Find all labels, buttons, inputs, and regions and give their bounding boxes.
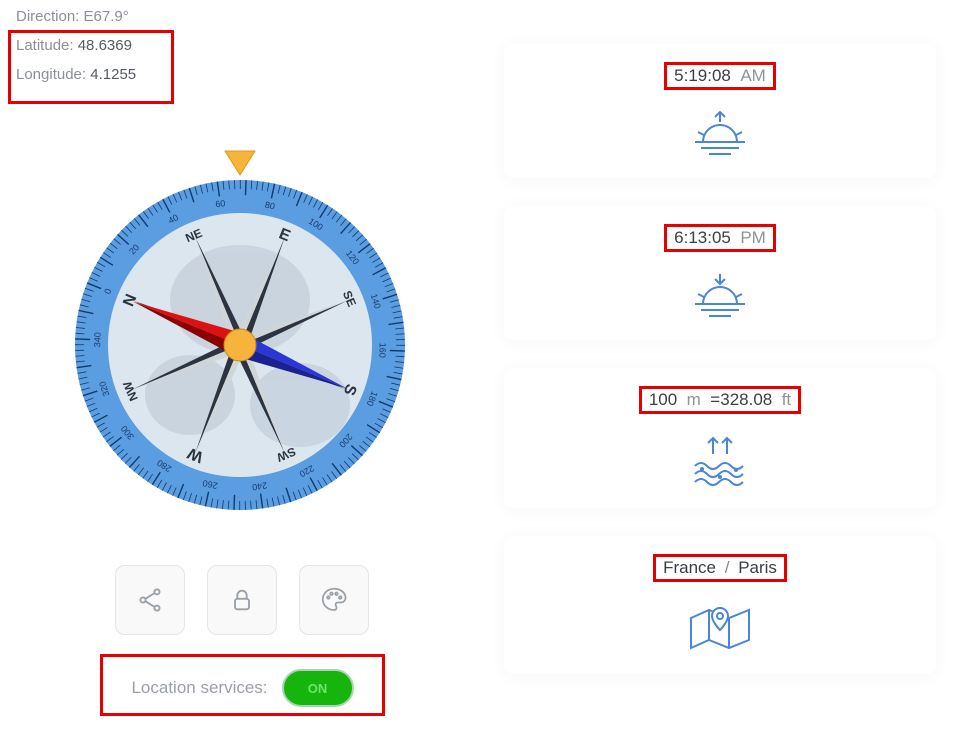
share-button[interactable] [115,565,185,635]
location-highlight-box [100,654,385,716]
altitude-m-unit: m [687,390,701,409]
location-city: Paris [738,558,777,577]
location-card: France / Paris [504,536,936,674]
share-icon [136,586,164,614]
svg-text:340: 340 [92,332,103,347]
svg-text:160: 160 [377,343,388,358]
compass[interactable]: 0204060801001201401601802002202402602803… [70,145,410,545]
lock-icon [228,586,256,614]
lock-button[interactable] [207,565,277,635]
altitude-ft-value: 328.08 [720,390,772,409]
sunrise-card: 5:19:08 AM [504,44,936,178]
coords-highlight-box [8,30,174,104]
sunset-icon [689,270,751,320]
altitude-icon [689,432,751,488]
altitude-eq: = [710,390,720,409]
altitude-card: 100 m =328.08 ft [504,368,936,508]
palette-button[interactable] [299,565,369,635]
altitude-ft-unit: ft [782,390,791,409]
sunset-time: 6:13:05 [674,228,731,247]
direction-value: E67.9° [84,8,129,25]
direction-label: Direction: [16,8,79,25]
sunset-card: 6:13:05 PM [504,206,936,340]
location-country: France [663,558,716,577]
palette-icon [319,585,349,615]
sunrise-period: AM [740,66,766,85]
location-sep: / [725,558,730,577]
sunset-period: PM [740,228,766,247]
svg-text:60: 60 [215,198,226,209]
altitude-m-value: 100 [649,390,677,409]
map-pin-icon [687,600,753,654]
svg-text:80: 80 [264,200,276,212]
sunrise-time: 5:19:08 [674,66,731,85]
sunrise-icon [689,108,751,158]
svg-text:240: 240 [251,480,267,492]
